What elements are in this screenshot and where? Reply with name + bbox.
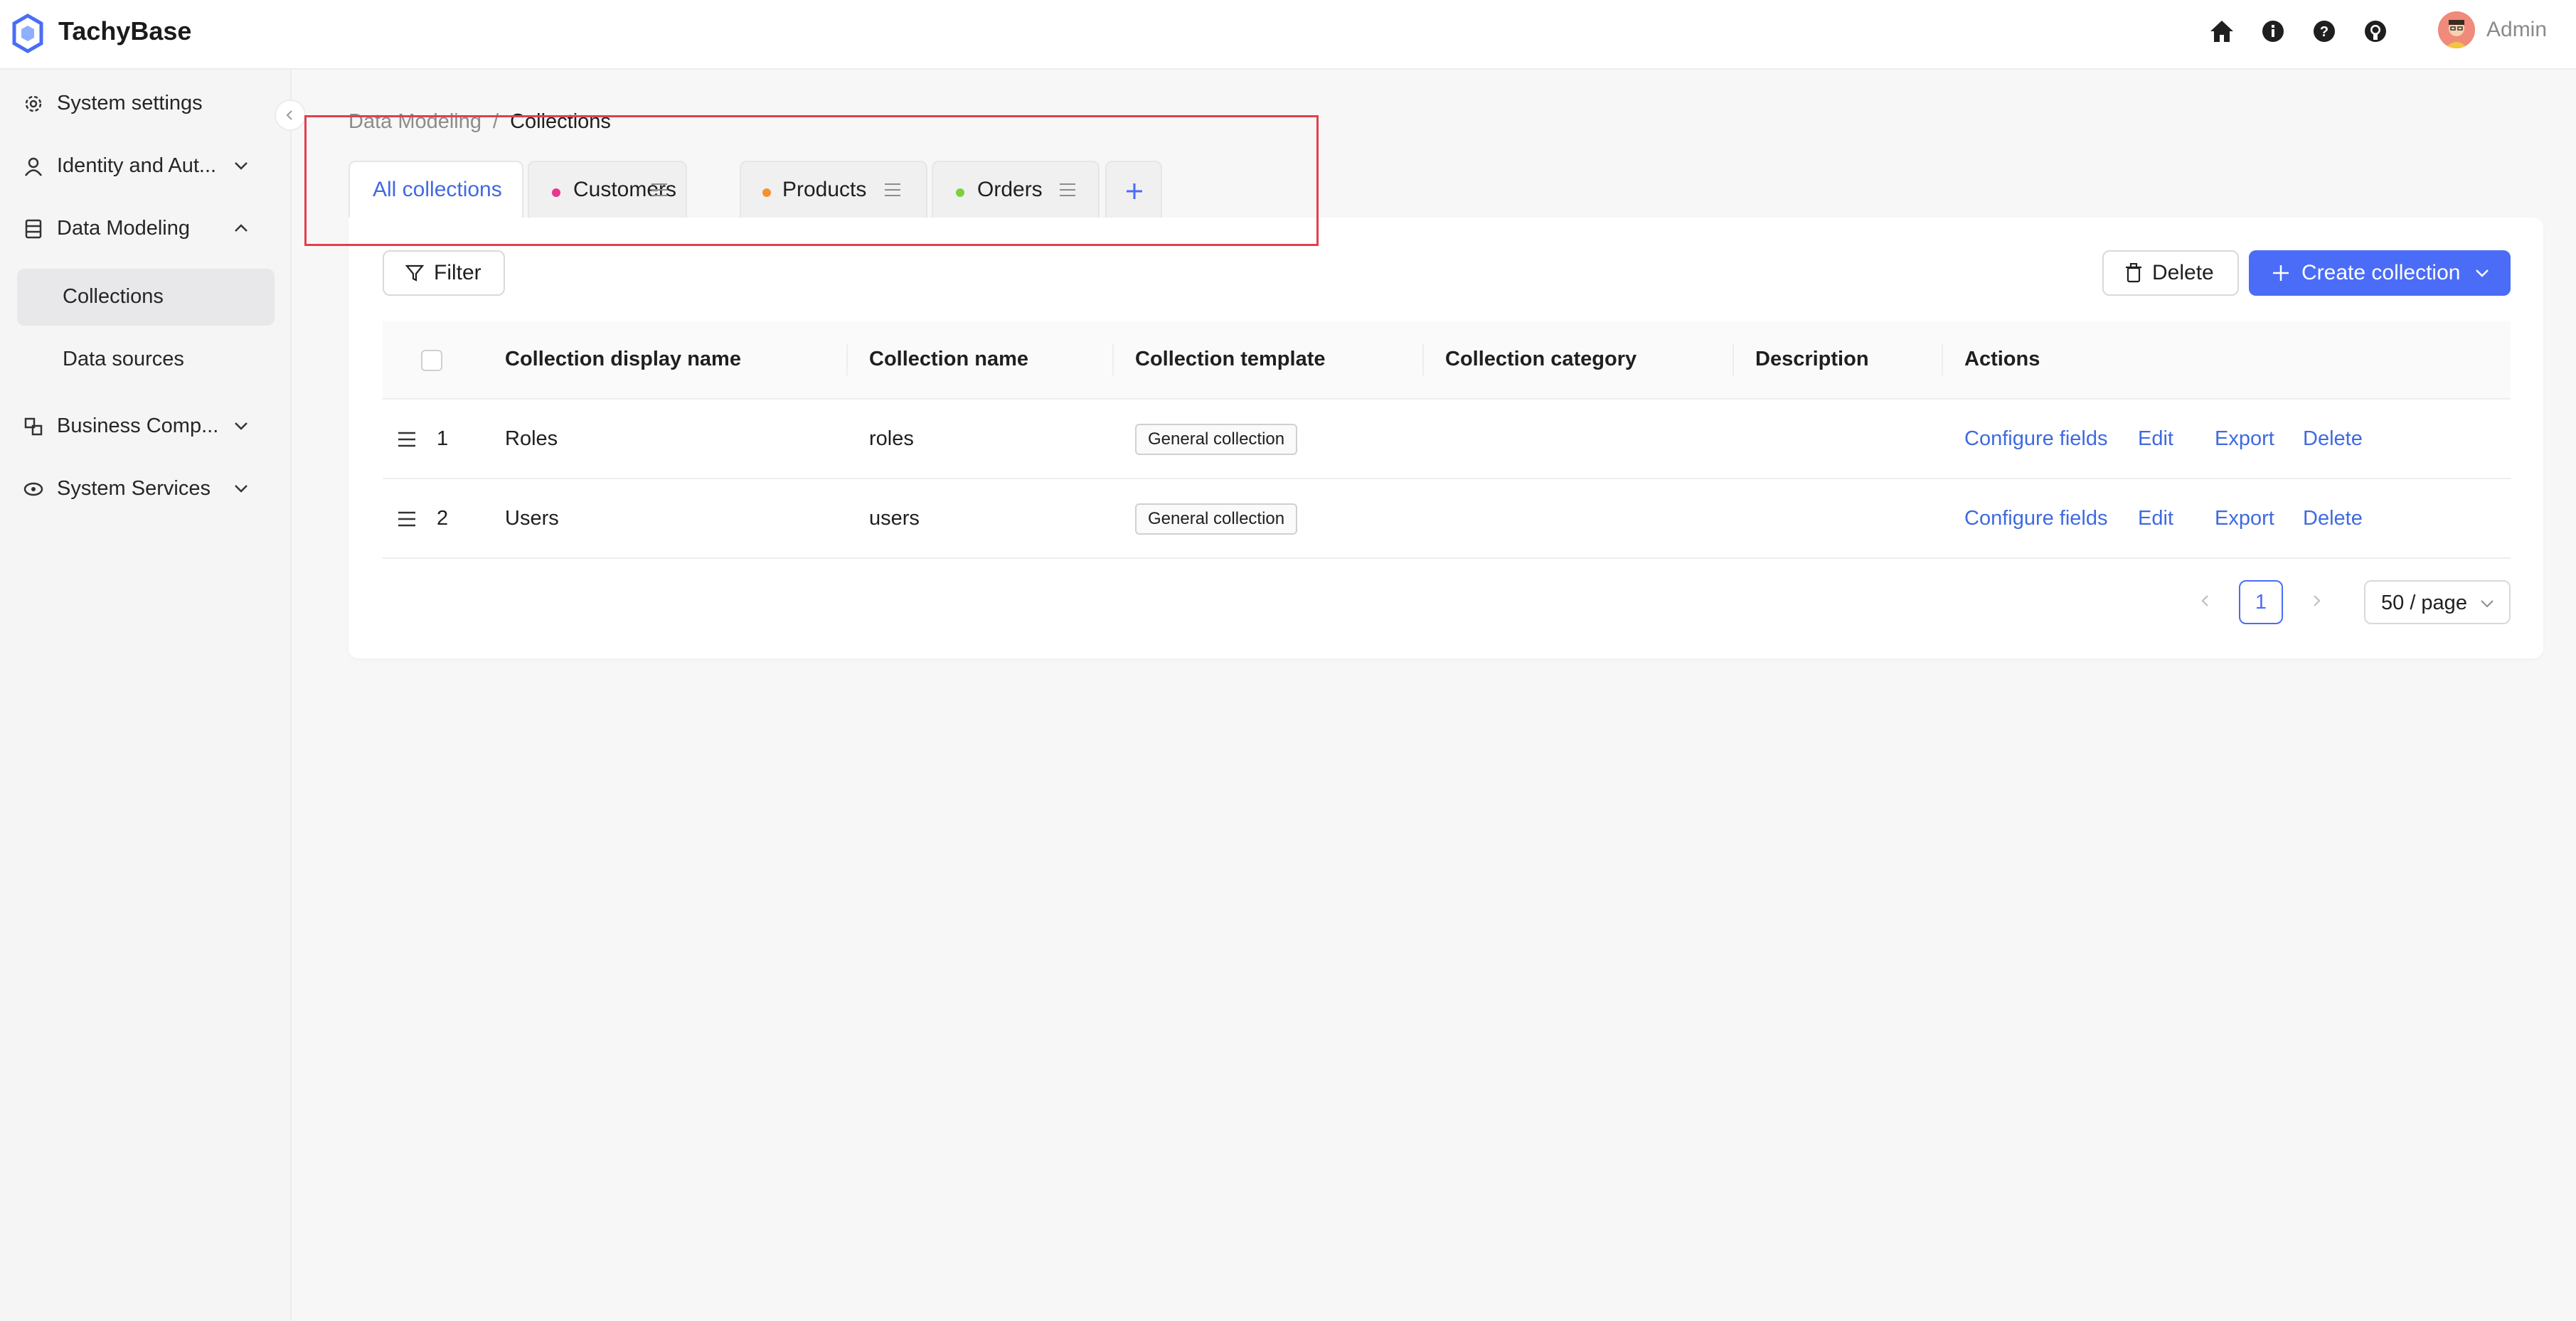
column-divider: [1942, 344, 1943, 375]
sidebar-item-label: System Services: [57, 477, 211, 500]
table-row: 2 Users users General collection Configu…: [383, 479, 2511, 559]
cloud-icon: [23, 478, 44, 500]
chevron-down-icon: [235, 162, 248, 170]
sidebar-item-system-settings[interactable]: System settings: [0, 80, 292, 127]
column-divider: [846, 344, 848, 375]
chevron-left-icon: [286, 110, 292, 120]
sidebar-item-label: System settings: [57, 92, 203, 114]
bulk-delete-button[interactable]: Delete: [2102, 250, 2239, 296]
delete-button-label: Delete: [2152, 261, 2214, 284]
export-link[interactable]: Export: [2215, 425, 2274, 452]
column-header-actions: Actions: [1964, 348, 2040, 370]
filter-button-label: Filter: [434, 261, 481, 284]
sidebar-item-label: Business Comp...: [57, 415, 219, 437]
column-header-display-name[interactable]: Collection display name: [505, 346, 741, 373]
avatar[interactable]: [2438, 11, 2475, 48]
drag-handle-icon[interactable]: [397, 510, 417, 528]
sidebar-item-label: Identity and Aut...: [57, 154, 217, 177]
page-size-value: 50 / page: [2381, 592, 2467, 614]
column-divider: [1422, 344, 1424, 375]
edit-link[interactable]: Edit: [2138, 505, 2173, 532]
prev-page-icon[interactable]: [2195, 590, 2216, 611]
sidebar-item-collections[interactable]: Collections: [17, 269, 275, 326]
select-all-checkbox[interactable]: [421, 350, 442, 371]
home-icon[interactable]: [2205, 14, 2239, 48]
template-tag: General collection: [1135, 503, 1298, 535]
column-divider: [1733, 344, 1734, 375]
app-name[interactable]: TachyBase: [58, 16, 191, 47]
cell-display-name: Roles: [505, 427, 558, 450]
create-collection-button[interactable]: Create collection: [2249, 250, 2511, 296]
top-header: TachyBase ? Admin: [0, 0, 2576, 70]
components-icon: [23, 416, 44, 437]
filter-icon: [405, 264, 424, 282]
plus-icon: [2273, 265, 2289, 281]
cell-display-name: Users: [505, 507, 559, 530]
drag-handle-icon[interactable]: [397, 431, 417, 448]
sidebar-subitem-label: Data sources: [63, 348, 184, 370]
gear-icon: [23, 93, 44, 114]
template-tag: General collection: [1135, 424, 1298, 455]
highlight-box: [304, 115, 1319, 246]
sidebar-item-label: Data Modeling: [57, 217, 190, 240]
sidebar-item-data-sources[interactable]: Data sources: [17, 331, 275, 388]
sidebar-subitem-label: Collections: [63, 285, 164, 308]
delete-link[interactable]: Delete: [2303, 425, 2363, 452]
user-icon: [23, 156, 44, 177]
delete-link[interactable]: Delete: [2303, 505, 2363, 532]
table-row: 1 Roles roles General collection Configu…: [383, 400, 2511, 479]
column-divider: [1112, 344, 1114, 375]
chevron-down-icon: [235, 422, 248, 430]
column-header-name[interactable]: Collection name: [869, 346, 1028, 373]
collections-card: Filter Delete Create collection Collecti…: [348, 218, 2543, 658]
chevron-down-icon: [2481, 600, 2493, 608]
column-header-category[interactable]: Collection category: [1445, 346, 1636, 373]
row-index: 1: [437, 427, 449, 450]
chevron-down-icon: [2476, 269, 2489, 277]
filter-button[interactable]: Filter: [383, 250, 505, 296]
export-link[interactable]: Export: [2215, 505, 2274, 532]
trash-icon: [2126, 263, 2141, 283]
sidebar-item-data-modeling[interactable]: Data Modeling: [0, 205, 292, 252]
tachybase-logo-icon[interactable]: [10, 13, 46, 54]
cell-name: users: [869, 507, 920, 530]
sidebar-item-identity[interactable]: Identity and Aut...: [0, 142, 292, 189]
page-size-select[interactable]: 50 / page: [2364, 580, 2511, 624]
svg-text:?: ?: [2320, 24, 2328, 40]
github-icon[interactable]: [2358, 14, 2393, 48]
chevron-up-icon: [235, 224, 248, 232]
column-header-description[interactable]: Description: [1755, 346, 1869, 373]
page-number-button[interactable]: 1: [2239, 580, 2283, 624]
database-icon: [23, 218, 44, 240]
table-header: Collection display name Collection name …: [383, 321, 2511, 400]
sidebar-item-system-services[interactable]: System Services: [0, 465, 292, 512]
user-name[interactable]: Admin: [2486, 17, 2547, 43]
sidebar-collapse-button[interactable]: [275, 100, 306, 131]
sidebar-item-business-components[interactable]: Business Comp...: [0, 402, 292, 449]
configure-fields-link[interactable]: Configure fields: [1964, 425, 2108, 452]
cell-name: roles: [869, 427, 914, 450]
chevron-down-icon: [235, 485, 248, 493]
column-header-template[interactable]: Collection template: [1135, 346, 1326, 373]
info-icon[interactable]: [2256, 14, 2290, 48]
create-collection-label: Create collection: [2301, 261, 2461, 284]
row-index: 2: [437, 507, 449, 530]
help-icon[interactable]: ?: [2307, 14, 2341, 48]
configure-fields-link[interactable]: Configure fields: [1964, 505, 2108, 532]
edit-link[interactable]: Edit: [2138, 425, 2173, 452]
sidebar: System settings Identity and Aut... Data…: [0, 70, 292, 1321]
next-page-icon[interactable]: [2306, 590, 2327, 611]
